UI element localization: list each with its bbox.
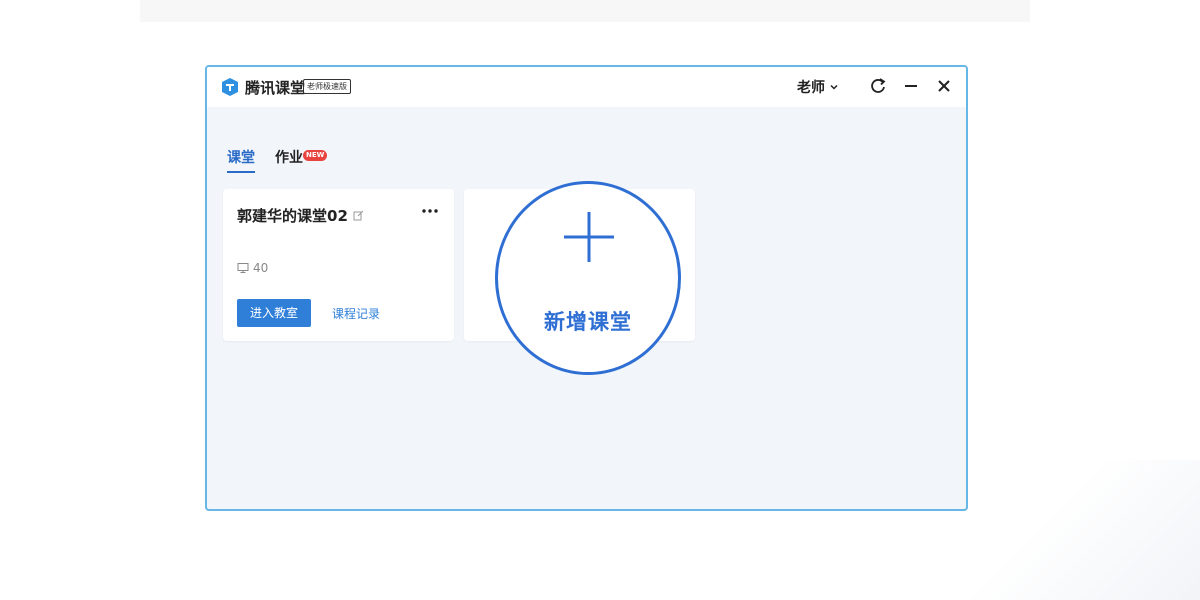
- more-horizontal-icon[interactable]: [420, 203, 440, 219]
- tencent-classroom-logo-icon: [222, 78, 238, 96]
- tab-homework[interactable]: 作业: [275, 147, 303, 167]
- tab-classroom[interactable]: 课堂: [227, 147, 255, 167]
- edition-badge: 老师极速版: [303, 79, 351, 94]
- user-menu[interactable]: 老师: [797, 76, 839, 98]
- user-role-label: 老师: [797, 80, 825, 96]
- chevron-down-icon: [830, 84, 838, 90]
- course-card: 郭建华的课堂02 40 进入教室 课程记录: [223, 189, 454, 341]
- refresh-icon[interactable]: [868, 76, 888, 96]
- background-fade: [940, 460, 1200, 600]
- active-tab-indicator: [227, 171, 255, 173]
- add-course-label: 新增课堂: [544, 310, 632, 334]
- background-band: [140, 0, 1030, 22]
- screen-icon: [237, 263, 249, 273]
- add-course-button[interactable]: 新增课堂: [495, 181, 681, 375]
- edit-icon[interactable]: [353, 210, 364, 221]
- course-records-link[interactable]: 课程记录: [332, 305, 380, 322]
- student-count-value: 40: [253, 261, 269, 275]
- app-name: 腾讯课堂: [245, 79, 306, 97]
- enter-classroom-button[interactable]: 进入教室: [237, 299, 311, 327]
- minimize-icon[interactable]: [901, 76, 921, 96]
- title-bar: 腾讯课堂 老师极速版 老师: [207, 67, 966, 107]
- plus-icon: [564, 212, 614, 262]
- new-badge: NEW: [303, 150, 328, 161]
- course-title: 郭建华的课堂02: [237, 207, 348, 225]
- course-title-row: 郭建华的课堂02: [237, 205, 364, 226]
- close-icon[interactable]: [934, 76, 954, 96]
- student-count: 40: [237, 261, 268, 275]
